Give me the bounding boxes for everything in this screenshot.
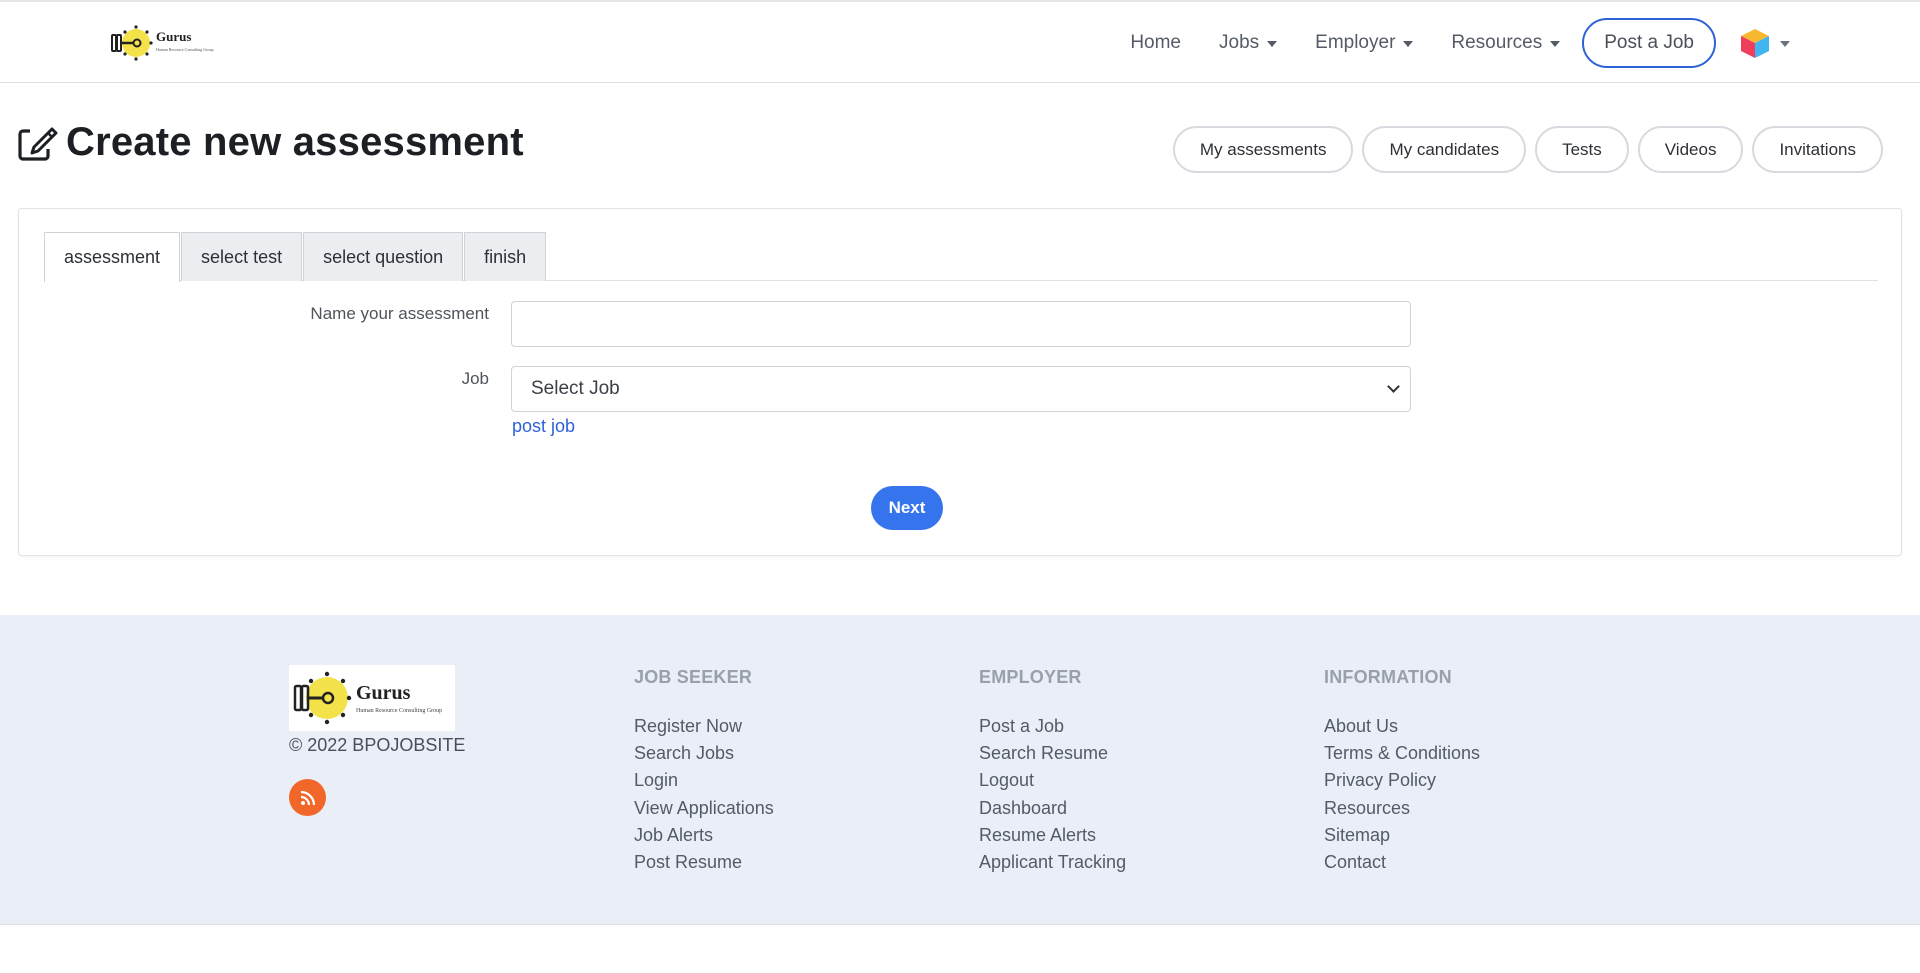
footer-link-resources[interactable]: Resources xyxy=(1324,795,1480,822)
nav-resources-dropdown[interactable]: Resources xyxy=(1451,31,1561,54)
post-a-job-label: Post a Job xyxy=(1604,31,1694,53)
footer-brand-name: Gurus xyxy=(356,682,411,704)
videos-button[interactable]: Videos xyxy=(1637,126,1744,173)
assessment-nav-pills: My assessments My candidates Tests Video… xyxy=(1164,126,1883,173)
rss-icon xyxy=(300,790,315,805)
footer-link-sitemap[interactable]: Sitemap xyxy=(1324,822,1480,849)
footer-logo[interactable]: Gurus Human Resource Consulting Group xyxy=(289,665,455,731)
nav-home[interactable]: Home xyxy=(1130,32,1181,54)
tests-button[interactable]: Tests xyxy=(1535,126,1629,173)
page-title: Create new assessment xyxy=(66,120,524,164)
my-candidates-button[interactable]: My candidates xyxy=(1362,126,1527,173)
tab-select-question[interactable]: select question xyxy=(303,232,464,281)
footer-col-title: INFORMATION xyxy=(1324,667,1452,687)
wizard-tabs: assessment select test select question f… xyxy=(44,232,1878,282)
job-label: Job xyxy=(461,369,489,388)
brand-logo[interactable]: Gurus Human Resource Consulting Group xyxy=(110,24,222,62)
avatar-cube-icon xyxy=(1741,28,1769,58)
my-assessments-button[interactable]: My assessments xyxy=(1172,126,1354,173)
footer-link-login[interactable]: Login xyxy=(634,767,774,794)
chevron-down-icon xyxy=(1387,380,1400,393)
footer-link-job-alerts[interactable]: Job Alerts xyxy=(634,822,774,849)
tab-finish[interactable]: finish xyxy=(464,232,547,281)
rss-button[interactable] xyxy=(289,779,326,816)
footer-link-post-a-job[interactable]: Post a Job xyxy=(979,713,1126,740)
job-select[interactable]: Select Job xyxy=(511,366,1411,412)
footer-col-title: EMPLOYER xyxy=(979,667,1082,687)
job-select-value: Select Job xyxy=(531,378,620,399)
footer: Gurus Human Resource Consulting Group © … xyxy=(0,615,1920,925)
assessment-card: assessment select test select question f… xyxy=(18,208,1902,556)
tab-assessment[interactable]: assessment xyxy=(44,232,181,282)
nav-home-label: Home xyxy=(1130,31,1181,53)
pill-label: Tests xyxy=(1562,139,1602,159)
tab-label: select question xyxy=(323,246,444,267)
footer-link-about-us[interactable]: About Us xyxy=(1324,713,1480,740)
footer-link-terms[interactable]: Terms & Conditions xyxy=(1324,740,1480,767)
next-label: Next xyxy=(888,498,926,517)
footer-link-dashboard[interactable]: Dashboard xyxy=(979,795,1126,822)
post-a-job-button[interactable]: Post a Job xyxy=(1582,17,1716,68)
caret-down-icon xyxy=(1403,40,1414,47)
footer-link-privacy-policy[interactable]: Privacy Policy xyxy=(1324,767,1480,794)
nav-employer-dropdown[interactable]: Employer xyxy=(1315,31,1414,54)
edit-icon xyxy=(18,126,58,161)
caret-down-icon xyxy=(1780,40,1790,47)
footer-link-register-now[interactable]: Register Now xyxy=(634,713,774,740)
footer-link-search-resume[interactable]: Search Resume xyxy=(979,740,1126,767)
footer-col-employer: EMPLOYER Post a Job Search Resume Logout… xyxy=(979,667,1126,876)
footer-link-logout[interactable]: Logout xyxy=(979,767,1126,794)
footer-col-title: JOB SEEKER xyxy=(634,667,753,687)
footer-link-resume-alerts[interactable]: Resume Alerts xyxy=(979,822,1126,849)
next-button[interactable]: Next xyxy=(871,486,943,530)
tab-label: assessment xyxy=(64,247,161,267)
footer-link-view-applications[interactable]: View Applications xyxy=(634,795,774,822)
copyright-text: © 2022 BPOJOBSITE xyxy=(289,735,466,755)
top-navbar: Gurus Human Resource Consulting Group Ho… xyxy=(0,0,1920,83)
page-header: Create new assessment xyxy=(18,120,524,165)
pill-label: Invitations xyxy=(1779,139,1856,159)
brand-name: Gurus xyxy=(156,29,191,44)
pill-label: Videos xyxy=(1664,139,1717,159)
nav-links: Home Jobs Employer Resources Post a Job xyxy=(1130,2,1920,83)
page-bottom xyxy=(0,925,1920,973)
tab-select-test[interactable]: select test xyxy=(181,232,303,281)
footer-link-search-jobs[interactable]: Search Jobs xyxy=(634,740,774,767)
caret-down-icon xyxy=(1267,40,1278,47)
assessment-name-input[interactable] xyxy=(511,301,1411,347)
invitations-button[interactable]: Invitations xyxy=(1752,126,1883,173)
post-job-link[interactable]: post job xyxy=(512,416,575,437)
pill-label: My candidates xyxy=(1389,139,1500,159)
nav-resources-label: Resources xyxy=(1451,31,1543,53)
footer-link-post-resume[interactable]: Post Resume xyxy=(634,849,774,876)
nav-jobs-dropdown[interactable]: Jobs xyxy=(1219,31,1278,54)
footer-link-contact[interactable]: Contact xyxy=(1324,849,1480,876)
nav-jobs-label: Jobs xyxy=(1219,31,1260,53)
brand-tagline: Human Resource Consulting Group xyxy=(156,47,213,52)
nav-employer-label: Employer xyxy=(1315,31,1396,53)
footer-brand-tagline: Human Resource Consulting Group xyxy=(356,708,442,714)
pill-label: My assessments xyxy=(1199,139,1327,159)
tab-label: select test xyxy=(201,246,283,267)
assessment-name-label: Name your assessment xyxy=(310,304,489,323)
footer-link-applicant-tracking[interactable]: Applicant Tracking xyxy=(979,849,1126,876)
footer-col-job-seeker: JOB SEEKER Register Now Search Jobs Logi… xyxy=(634,667,774,876)
footer-col-information: INFORMATION About Us Terms & Conditions … xyxy=(1324,667,1480,876)
caret-down-icon xyxy=(1550,40,1561,47)
tab-label: finish xyxy=(484,246,527,267)
user-menu[interactable] xyxy=(1738,26,1790,60)
